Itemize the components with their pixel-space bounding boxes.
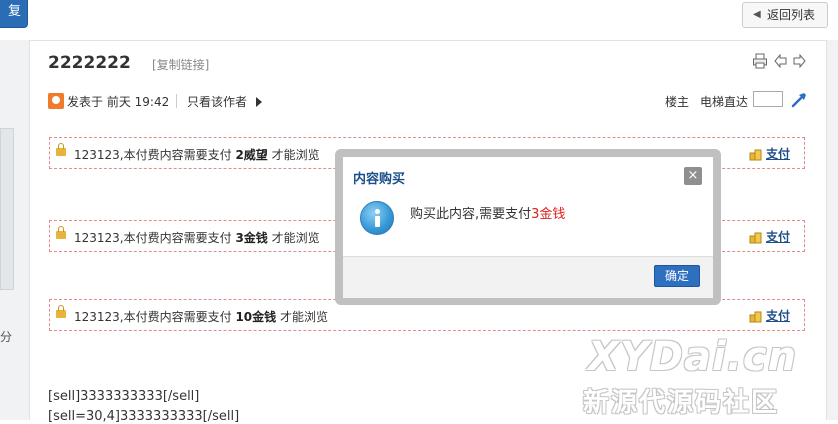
copy-link[interactable]: [复制链接] [152, 56, 209, 73]
pay-block-text: 123123,本付费内容需要支付 2威望 才能浏览 [74, 148, 320, 162]
close-icon[interactable]: × [684, 167, 702, 185]
dialog-message: 购买此内容,需要支付3金钱 [410, 207, 566, 222]
back-to-list-label: 返回列表 [767, 8, 816, 22]
dialog-footer: 确定 [343, 256, 713, 298]
coins-icon [749, 149, 762, 161]
post-content-line: [sell]3333333333[/sell] [48, 389, 200, 404]
pay-block-text: 123123,本付费内容需要支付 3金钱 才能浏览 [74, 231, 320, 245]
elevator-go-icon[interactable] [790, 91, 808, 109]
post-content-line: [sell=30,4]3333333333[/sell] [48, 409, 240, 424]
lock-icon [56, 305, 66, 318]
user-icon [48, 93, 64, 109]
lock-icon [56, 143, 66, 156]
only-author-link[interactable]: 只看该作者 [187, 93, 247, 110]
pay-link[interactable]: 支付 [766, 145, 790, 162]
dialog-price: 3金钱 [531, 207, 566, 222]
pay-link[interactable]: 支付 [766, 228, 790, 245]
pay-link[interactable]: 支付 [766, 307, 790, 324]
right-sidebar [826, 40, 838, 420]
purchase-dialog: 内容购买 × 购买此内容,需要支付3金钱 确定 [343, 157, 713, 298]
confirm-button[interactable]: 确定 [654, 265, 700, 287]
lock-icon [56, 226, 66, 239]
print-icon[interactable] [752, 53, 768, 69]
caret-right-icon [256, 97, 262, 107]
coins-icon [749, 232, 762, 244]
title-toolbar [752, 53, 832, 71]
left-sidebar: 分 [0, 40, 30, 420]
sidebar-text: 分 [0, 330, 13, 344]
floor-label: 楼主 [665, 95, 690, 109]
pay-block-text: 123123,本付费内容需要支付 10金钱 才能浏览 [74, 310, 328, 324]
elevator-input[interactable] [753, 91, 783, 107]
prev-thread-icon[interactable] [774, 54, 788, 68]
top-left-button[interactable]: 复 [0, 0, 28, 28]
dialog-title: 内容购买 [353, 172, 406, 187]
top-bar: 复 ◀ 返回列表 [0, 0, 838, 40]
info-icon [360, 201, 394, 235]
back-to-list-button[interactable]: ◀ 返回列表 [742, 2, 828, 28]
author-avatar [0, 128, 14, 290]
next-thread-icon[interactable] [792, 54, 806, 68]
watermark-logo: XYDai.cn [588, 334, 798, 380]
chevron-left-icon: ◀ [753, 9, 761, 20]
post-meta: 发表于 前天 19:42 只看该作者 楼主 电梯直达 [48, 91, 818, 111]
meta-divider [176, 94, 177, 108]
watermark-text: 新源代源码社区 [583, 388, 780, 418]
elevator-label: 电梯直达 [700, 95, 749, 109]
post-title: 2222222 [48, 53, 131, 73]
post-time: 发表于 前天 19:42 [67, 95, 170, 109]
coins-icon [749, 311, 762, 323]
